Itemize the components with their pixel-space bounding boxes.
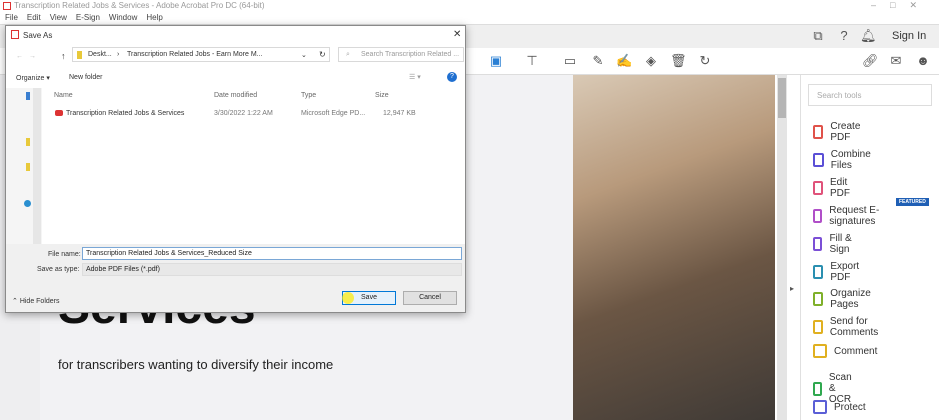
stamp-icon[interactable]: ⊤	[524, 53, 540, 69]
col-name[interactable]: Name	[54, 92, 73, 99]
breadcrumb-desktop[interactable]: Deskt...	[88, 51, 112, 58]
scrollbar[interactable]	[777, 75, 787, 420]
menu-esign[interactable]: E-Sign	[76, 12, 100, 24]
tool-icon	[813, 180, 823, 195]
window-title: Transcription Related Jobs & Services - …	[14, 1, 265, 10]
tool-label: Organize Pages	[830, 288, 871, 311]
menu-window[interactable]: Window	[109, 12, 137, 24]
tool-label: Edit PDF	[830, 176, 850, 199]
close-icon[interactable]: ✕	[453, 29, 461, 40]
sign-in-button[interactable]: Sign In	[892, 30, 926, 42]
page-subtitle: for transcribers wanting to diversify th…	[58, 357, 334, 372]
stamp-tool-icon[interactable]: ◈	[643, 53, 659, 69]
tool-request-e-signatures[interactable]: Request E-signatures	[813, 205, 880, 227]
rotate-icon[interactable]: ↻	[697, 53, 713, 69]
chevron-down-icon[interactable]: ⌄	[301, 51, 307, 59]
help-icon[interactable]: ?	[447, 72, 457, 82]
trash-icon[interactable]: 🗑︎	[670, 53, 687, 69]
file-name-input[interactable]: Transcription Related Jobs & Services_Re…	[82, 247, 462, 260]
tool-icon	[813, 264, 824, 279]
menu-edit[interactable]: Edit	[27, 12, 41, 24]
menu-bar: File Edit View E-Sign Window Help	[0, 12, 939, 24]
tool-icon	[813, 381, 822, 396]
refresh-icon[interactable]: ↻	[319, 50, 326, 59]
tool-comment[interactable]: Comment	[813, 344, 878, 359]
file-row[interactable]: Transcription Related Jobs & Services 3/…	[50, 108, 420, 120]
tool-create-pdf[interactable]: Create PDF	[813, 121, 864, 143]
save-type-select[interactable]: Adobe PDF Files (*.pdf)	[82, 263, 462, 276]
save-as-dialog: Save As ✕ ←→ ↑ Deskt... › Transcription …	[5, 25, 466, 313]
nav-scrollbar[interactable]	[33, 88, 41, 244]
save-type-label: Save as type:	[37, 266, 80, 273]
menu-file[interactable]: File	[5, 12, 18, 24]
add-user-icon[interactable]: ☻	[915, 53, 931, 69]
sign-icon[interactable]: ✍	[616, 53, 632, 69]
cancel-button[interactable]: Cancel	[403, 291, 457, 305]
window-controls[interactable]: –□✕	[871, 0, 931, 11]
link-icon[interactable]: 🔗︎	[862, 53, 879, 69]
tool-icon	[813, 236, 823, 251]
help-icon[interactable]: ?	[836, 28, 852, 44]
tool-label: Export PDF	[830, 260, 860, 283]
breadcrumb-folder[interactable]: Transcription Related Jobs - Earn More M…	[127, 51, 263, 58]
tool-icon	[813, 152, 824, 167]
up-icon[interactable]: ↑	[61, 51, 66, 61]
bell-icon[interactable]: 🔔︎	[860, 28, 877, 44]
scrollbar-thumb[interactable]	[778, 78, 786, 118]
tool-icon	[813, 320, 823, 335]
collapse-panel-icon[interactable]: ▸	[790, 284, 794, 293]
menu-view[interactable]: View	[50, 12, 67, 24]
tool-icon	[813, 400, 827, 414]
back-forward-icon[interactable]: ←→	[16, 53, 42, 60]
col-date[interactable]: Date modified	[214, 92, 257, 99]
tool-label: Protect	[834, 401, 866, 413]
organize-button[interactable]: Organize ▾	[16, 74, 50, 82]
tool-combine-files[interactable]: Combine Files	[813, 149, 874, 171]
tool-protect[interactable]: Protect	[813, 400, 866, 414]
pdf-file-icon	[55, 110, 63, 116]
share-screen-icon[interactable]: ⧉	[810, 28, 826, 44]
tool-label: Request E-signatures	[829, 204, 880, 227]
navigation-pane[interactable]	[6, 88, 42, 244]
tool-export-pdf[interactable]: Export PDF	[813, 261, 863, 283]
search-tools-input[interactable]: Search tools	[808, 84, 932, 106]
hide-folders-button[interactable]: ⌃ Hide Folders	[12, 297, 60, 305]
tool-label: Fill & Sign	[829, 232, 852, 255]
tool-label: Combine Files	[830, 148, 871, 171]
menu-help[interactable]: Help	[146, 12, 162, 24]
acrobat-logo-icon	[3, 2, 11, 10]
tool-icon	[813, 292, 824, 307]
people-photo	[573, 75, 775, 420]
folder-icon	[77, 51, 82, 59]
new-folder-button[interactable]: New folder	[69, 74, 102, 81]
highlight-icon[interactable]: ✎	[590, 53, 606, 69]
tool-label: Comment	[834, 345, 878, 357]
view-options-icon[interactable]: ☰ ▾	[409, 73, 421, 81]
tool-fill-sign[interactable]: Fill & Sign	[813, 233, 854, 255]
tool-icon	[813, 344, 827, 359]
page-tool-icon[interactable]: ▣	[488, 53, 504, 69]
tool-label: Send for Comments	[829, 316, 879, 339]
tool-icon	[813, 125, 824, 139]
dialog-title: Save As	[23, 31, 53, 40]
tool-label: Create PDF	[830, 121, 861, 143]
col-type[interactable]: Type	[301, 92, 316, 99]
file-name-label: File name:	[48, 251, 81, 258]
col-size[interactable]: Size	[375, 92, 389, 99]
featured-badge: FEATURED	[896, 198, 929, 206]
cursor-highlight	[342, 292, 354, 304]
address-bar[interactable]: Deskt... › Transcription Related Jobs - …	[72, 47, 330, 62]
tool-edit-pdf[interactable]: Edit PDF	[813, 177, 854, 199]
comment-icon[interactable]: ▭	[562, 53, 578, 69]
tool-send-for-comments[interactable]: Send for Comments	[813, 316, 882, 338]
email-icon[interactable]: ✉	[888, 53, 904, 69]
acrobat-icon	[11, 30, 19, 39]
search-folder-input[interactable]: ⌕ Search Transcription Related ...	[338, 47, 464, 62]
tool-organize-pages[interactable]: Organize Pages	[813, 288, 875, 310]
tool-icon	[813, 208, 823, 223]
